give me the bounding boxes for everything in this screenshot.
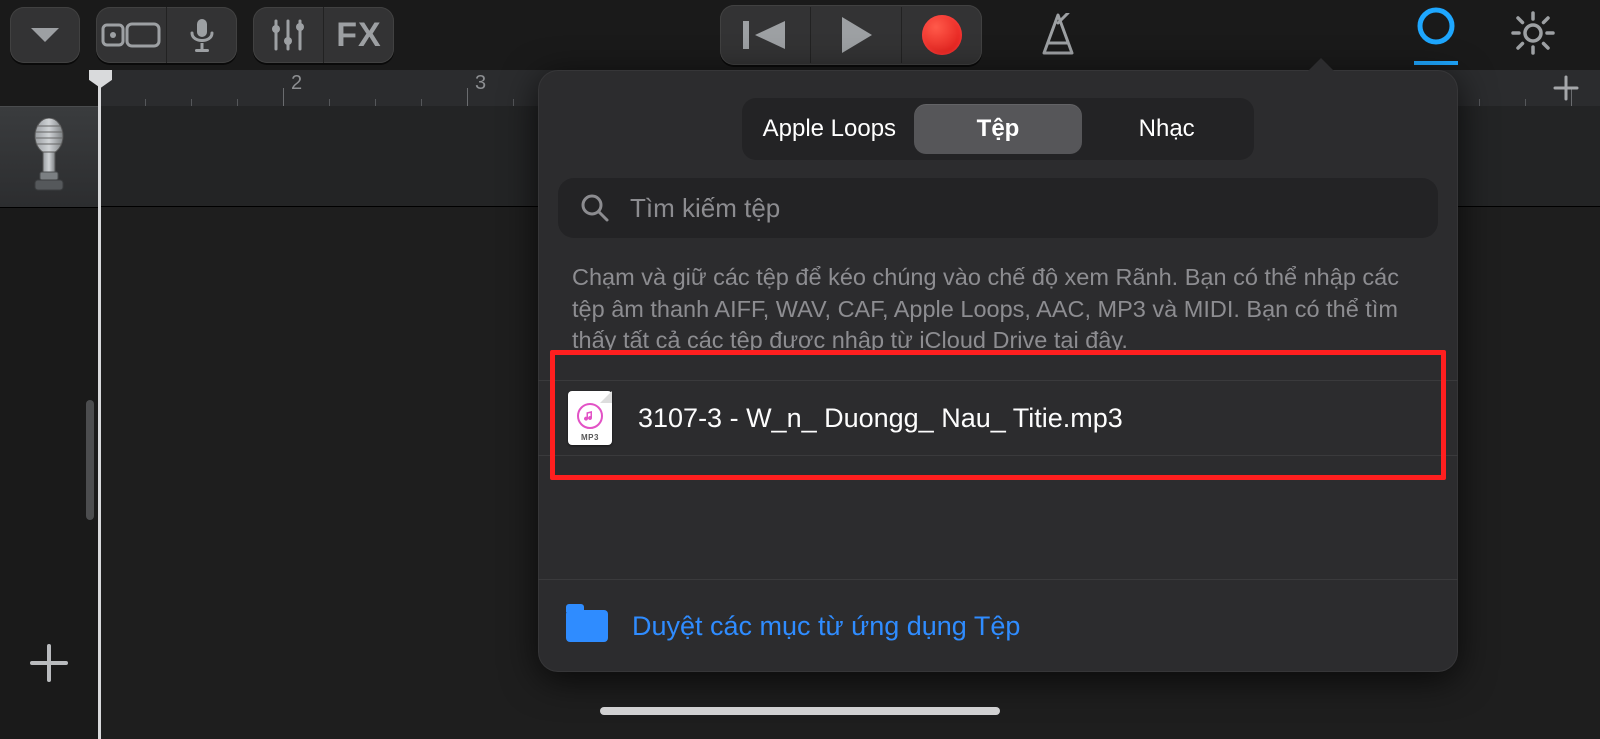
transport-group (720, 5, 982, 65)
fx-label: FX (336, 16, 381, 55)
home-indicator (600, 707, 1000, 715)
search-icon (580, 193, 610, 223)
gear-icon (1510, 10, 1556, 56)
mp3-file-icon: MP3 (568, 391, 612, 445)
file-search-box[interactable] (558, 178, 1438, 238)
mixer-button[interactable] (253, 7, 323, 63)
file-name-label: 3107-3 - W_n_ Duongg_ Nau_ Titie.mp3 (638, 403, 1123, 434)
rewind-button[interactable] (720, 7, 810, 63)
microphone-input-button[interactable] (166, 7, 237, 63)
file-browser-popover: Apple Loops Tệp Nhạc Chạm và giữ các tệp… (538, 70, 1458, 672)
tab-label: Apple Loops (763, 115, 896, 143)
tab-music[interactable]: Nhạc (1082, 104, 1251, 154)
browser-tab-segmented-control: Apple Loops Tệp Nhạc (742, 98, 1254, 160)
track-header-audio[interactable] (0, 106, 98, 208)
play-button[interactable] (810, 7, 901, 63)
add-track-button[interactable] (28, 642, 70, 689)
browse-files-app-button[interactable]: Duyệt các mục từ ứng dụng Tệp (538, 579, 1458, 672)
view-and-input-group (96, 7, 237, 63)
file-ext-label: MP3 (581, 433, 599, 442)
toolbar-right-group (1414, 6, 1590, 65)
metronome-button[interactable] (1028, 7, 1088, 63)
playhead[interactable] (98, 70, 101, 739)
add-marker-button[interactable] (1552, 74, 1580, 107)
import-help-text: Chạm và giữ các tệp để kéo chúng vào chế… (572, 262, 1424, 357)
browse-link-label: Duyệt các mục từ ứng dụng Tệp (632, 611, 1020, 642)
loop-browser-icon (1414, 6, 1458, 50)
track-header-column (0, 70, 99, 739)
disclosure-button[interactable] (10, 7, 80, 63)
tab-label: Nhạc (1139, 115, 1195, 143)
ruler-bar-number: 3 (475, 72, 486, 95)
tab-apple-loops[interactable]: Apple Loops (745, 104, 914, 154)
folder-icon (566, 610, 608, 642)
tab-label: Tệp (977, 115, 1020, 143)
mixer-fx-group: FX (253, 7, 394, 63)
tab-files[interactable]: Tệp (914, 104, 1083, 154)
fx-button[interactable]: FX (323, 7, 394, 63)
record-button[interactable] (901, 7, 982, 63)
ruler-bar-number: 2 (291, 72, 302, 95)
vertical-scrollbar[interactable] (86, 400, 94, 520)
settings-button[interactable] (1510, 10, 1556, 61)
file-item[interactable]: MP3 3107-3 - W_n_ Duongg_ Nau_ Titie.mp3 (538, 380, 1458, 456)
tracks-view-button[interactable] (96, 7, 166, 63)
record-icon (922, 15, 962, 55)
file-search-input[interactable] (628, 192, 1416, 225)
condenser-mic-icon (25, 118, 73, 196)
top-toolbar: FX (0, 0, 1600, 70)
loop-browser-button[interactable] (1414, 6, 1458, 65)
